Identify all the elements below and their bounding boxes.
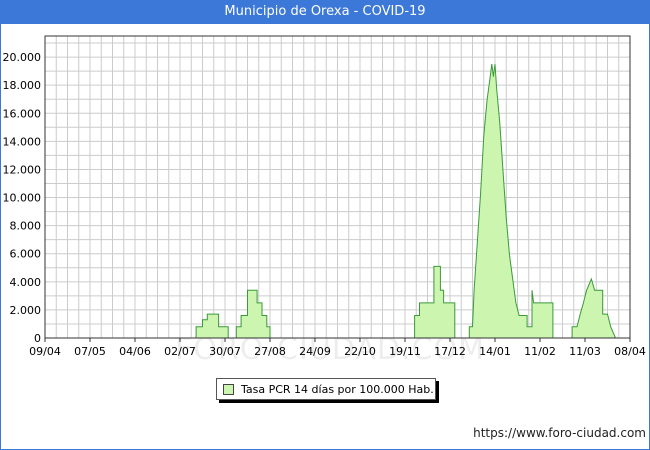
x-tick-label: 30/07 (209, 345, 241, 358)
chart-legend: Tasa PCR 14 días por 100.000 Hab. (216, 378, 436, 400)
y-tick-label: 20.000 (3, 51, 42, 64)
source-url[interactable]: https://www.foro-ciudad.com (473, 426, 646, 440)
x-tick-label: 17/12 (434, 345, 466, 358)
y-tick-label: 14.000 (3, 135, 42, 148)
x-tick-label: 14/01 (479, 345, 511, 358)
x-tick-label: 24/09 (299, 345, 331, 358)
y-tick-label: 18.000 (3, 79, 42, 92)
y-tick-label: 4.000 (10, 276, 42, 289)
legend-swatch (223, 383, 234, 395)
x-tick-label: 09/04 (29, 345, 61, 358)
y-tick-label: 10.000 (3, 192, 42, 205)
y-tick-label: 0 (34, 332, 41, 345)
legend-label: Tasa PCR 14 días por 100.000 Hab. (241, 382, 434, 396)
y-tick-label: 6.000 (10, 248, 42, 261)
y-tick-label: 2.000 (10, 304, 42, 317)
y-tick-label: 16.000 (3, 107, 42, 120)
x-tick-label: 02/07 (164, 345, 196, 358)
y-tick-label: 8.000 (10, 220, 42, 233)
x-tick-label: 22/10 (344, 345, 376, 358)
x-tick-label: 08/04 (614, 345, 646, 358)
y-tick-label: 12.000 (3, 163, 42, 176)
x-tick-label: 04/06 (119, 345, 151, 358)
x-tick-label: 11/02 (524, 345, 556, 358)
x-tick-label: 19/11 (389, 345, 421, 358)
x-tick-label: 11/03 (569, 345, 601, 358)
x-tick-label: 07/05 (74, 345, 106, 358)
x-tick-label: 27/08 (254, 345, 286, 358)
